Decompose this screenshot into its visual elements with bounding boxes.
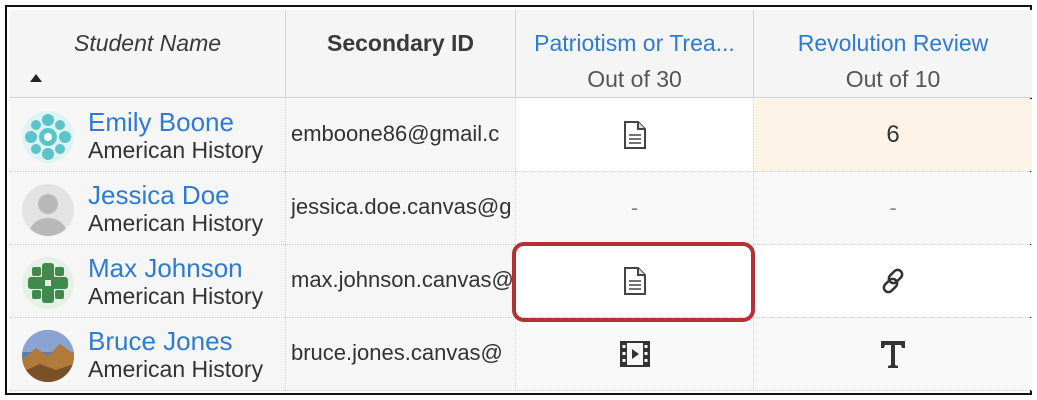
- avatar: [22, 184, 74, 236]
- student-row: Bruce Jones American History bruce.jones…: [10, 318, 1032, 391]
- text-entry-icon: [881, 341, 905, 368]
- assignment-points: Out of 10: [845, 66, 941, 92]
- grade-cell[interactable]: -: [754, 172, 1032, 244]
- grade-value: -: [889, 195, 897, 220]
- grade-value: 6: [886, 121, 900, 148]
- secondary-id-cell: bruce.jones.canvas@: [286, 318, 516, 390]
- sort-ascending-icon[interactable]: [30, 74, 42, 82]
- secondary-id-cell: emboone86@gmail.c: [286, 99, 516, 171]
- avatar: [22, 330, 74, 382]
- student-cell: Max Johnson American History: [10, 245, 286, 317]
- document-icon: [623, 121, 646, 149]
- student-name-link[interactable]: Max Johnson: [88, 253, 243, 284]
- grade-cell[interactable]: [516, 99, 754, 171]
- secondary-id-cell: max.johnson.canvas@: [286, 245, 516, 317]
- column-header-secondary-id[interactable]: Secondary ID: [286, 10, 516, 98]
- secondary-id-text: max.johnson.canvas@: [291, 267, 514, 292]
- document-icon: [623, 267, 646, 295]
- secondary-id-text: emboone86@gmail.c: [291, 121, 500, 146]
- student-cell: Bruce Jones American History: [10, 318, 286, 390]
- grade-value: -: [630, 195, 639, 220]
- student-section: American History: [88, 356, 264, 382]
- student-cell: Jessica Doe American History: [10, 172, 286, 244]
- media-icon: [619, 341, 650, 367]
- grade-cell[interactable]: [754, 245, 1032, 317]
- grade-cell[interactable]: 6: [754, 99, 1032, 171]
- student-name-link[interactable]: Emily Boone: [88, 107, 234, 138]
- avatar: [22, 257, 74, 309]
- grade-cell[interactable]: -: [516, 172, 754, 244]
- student-section: American History: [88, 283, 264, 309]
- grade-cell[interactable]: [516, 318, 754, 390]
- grade-cell[interactable]: [516, 245, 754, 317]
- avatar: [22, 111, 74, 163]
- link-icon: [882, 268, 904, 294]
- secondary-id-cell: jessica.doe.canvas@g: [286, 172, 516, 244]
- student-section: American History: [88, 210, 264, 236]
- assignment-title-link[interactable]: Patriotism or Trea...: [516, 30, 753, 57]
- student-row: Jessica Doe American History jessica.doe…: [10, 172, 1032, 245]
- assignment-title-link[interactable]: Revolution Review: [754, 30, 1032, 57]
- student-cell: Emily Boone American History: [10, 99, 286, 171]
- student-row: Max Johnson American History max.johnson…: [10, 245, 1032, 318]
- secondary-id-text: jessica.doe.canvas@g: [291, 194, 512, 219]
- grade-cell[interactable]: [754, 318, 1032, 390]
- column-header-assignment[interactable]: Revolution Review Out of 10: [754, 10, 1032, 98]
- student-name-link[interactable]: Bruce Jones: [88, 326, 233, 357]
- student-name-header-label: Student Name: [73, 30, 222, 56]
- secondary-id-text: bruce.jones.canvas@: [291, 340, 503, 365]
- student-row: Emily Boone American History emboone86@g…: [10, 99, 1032, 172]
- student-name-link[interactable]: Jessica Doe: [88, 180, 230, 211]
- secondary-id-header-label: Secondary ID: [327, 30, 474, 56]
- student-section: American History: [88, 137, 264, 163]
- assignment-points: Out of 30: [587, 66, 682, 92]
- column-header-student-name[interactable]: Student Name: [10, 10, 286, 98]
- column-header-assignment[interactable]: Patriotism or Trea... Out of 30: [516, 10, 754, 98]
